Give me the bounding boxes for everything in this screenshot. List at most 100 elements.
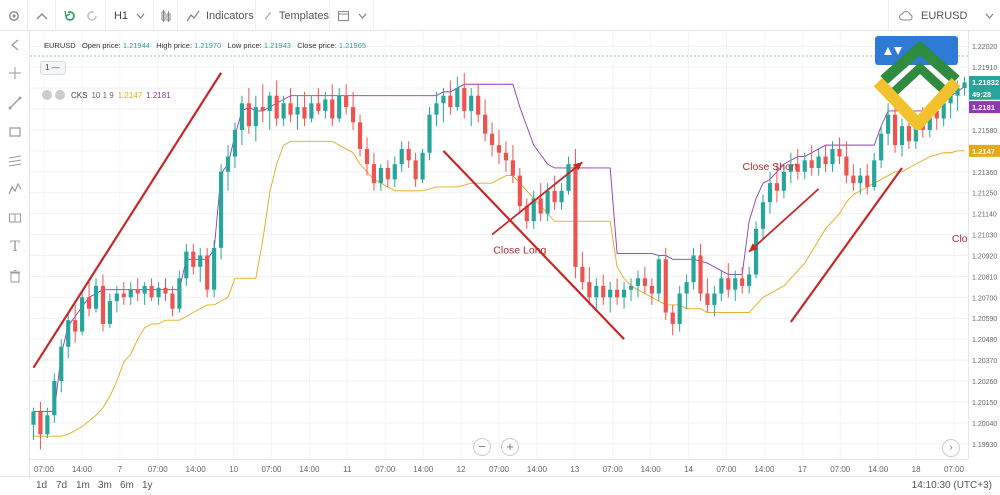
candle-body <box>684 282 689 294</box>
candle <box>844 141 849 184</box>
crosshair-icon[interactable] <box>5 63 25 83</box>
indicator-value-lower: 1.2147 <box>117 90 143 100</box>
candle-body <box>212 247 217 290</box>
candle-body <box>517 175 522 207</box>
candle-body <box>698 255 703 294</box>
indicator-settings-icon[interactable] <box>55 90 65 100</box>
rectangle-icon[interactable] <box>5 122 25 142</box>
candlestick-type-icon[interactable] <box>154 0 178 31</box>
candle <box>218 164 224 260</box>
templates-button[interactable]: Templates <box>256 0 330 31</box>
candle <box>837 137 842 165</box>
candle <box>538 183 543 222</box>
candle <box>260 84 265 123</box>
annotation-label: Close Short <box>743 161 798 173</box>
candle <box>476 84 481 123</box>
candle-body <box>483 114 488 134</box>
settings-gear-icon[interactable] <box>0 0 28 31</box>
price-axis[interactable]: 1.220201.219101.218001.216901.215801.214… <box>968 31 1000 459</box>
candle-body <box>962 82 967 89</box>
pane-tag[interactable]: 1 — <box>40 61 66 75</box>
candle <box>73 304 78 343</box>
candle-body <box>107 301 112 324</box>
period-6m[interactable]: 6m <box>120 480 134 491</box>
candle <box>733 270 738 302</box>
price-marker: 1.21832 <box>969 75 1000 88</box>
period-bar: 1d 7d 1m 3m 6m 1y 14:10:30 (UTC+3) <box>0 476 1000 495</box>
layout-select[interactable] <box>330 0 374 31</box>
price-marker-label: 1.21832 <box>972 78 999 87</box>
candle <box>288 88 293 123</box>
price-marker-label: 1.2147 <box>972 147 995 156</box>
period-1d[interactable]: 1d <box>36 480 47 491</box>
text-tool-icon[interactable]: T <box>5 237 25 257</box>
top-toolbar: H1 Indicators Templates EURUSD <box>0 0 1000 31</box>
indicators-button[interactable]: Indicators <box>178 0 256 31</box>
candle-body <box>38 411 43 435</box>
period-1y[interactable]: 1y <box>142 480 153 491</box>
price-axis-canvas: 1.220201.219101.218001.216901.215801.214… <box>969 44 1000 449</box>
candle-body <box>121 293 126 298</box>
price-tick-label: 1.21580 <box>972 128 997 135</box>
timeframe-select[interactable]: H1 <box>106 0 154 31</box>
candle-body <box>781 171 786 191</box>
trend-line[interactable] <box>789 167 903 323</box>
candle-body <box>816 156 821 168</box>
candle <box>698 244 703 302</box>
symbol-select[interactable]: EURUSD <box>888 0 1000 31</box>
price-tick-label: 1.20810 <box>972 274 997 281</box>
redo-icon[interactable] <box>85 9 99 23</box>
candle-body <box>371 164 377 184</box>
time-tick-label: 07:00 <box>148 465 169 474</box>
time-axis[interactable]: 07:00 14:00 7 07:00 14:00 10 07:00 14:00 11 07:00… <box>30 459 968 476</box>
candle <box>434 91 439 127</box>
candle <box>594 278 599 309</box>
candle-body <box>281 103 286 119</box>
undo-icon[interactable] <box>63 9 77 23</box>
pattern-icon[interactable] <box>5 179 25 199</box>
candle-body <box>260 107 265 111</box>
trend-line-icon[interactable] <box>5 93 25 113</box>
indicators-label: Indicators <box>206 9 254 22</box>
indicator-value-upper: 1.2181 <box>146 90 171 100</box>
time-tick-label: 14:00 <box>72 465 93 474</box>
candle-body <box>462 88 467 111</box>
candle-body <box>747 274 752 286</box>
scroll-to-latest-button[interactable]: › <box>942 439 960 457</box>
candle-body <box>205 255 210 290</box>
open-value: 1.21944 <box>122 41 150 50</box>
candle-body <box>705 293 710 305</box>
candle <box>406 141 411 168</box>
candle-body <box>670 312 675 324</box>
candle <box>357 114 363 157</box>
zoom-out-button[interactable]: − <box>473 438 491 456</box>
period-3m[interactable]: 3m <box>98 480 112 491</box>
fibonacci-icon[interactable] <box>5 151 25 171</box>
period-7d[interactable]: 7d <box>56 480 67 491</box>
candle-body <box>538 198 543 214</box>
time-tick-label: 14 <box>684 465 693 474</box>
period-1m[interactable]: 1m <box>76 480 90 491</box>
candle-body <box>865 175 870 187</box>
trash-icon[interactable] <box>5 266 25 286</box>
candle <box>809 145 814 176</box>
price-tick-label: 1.20700 <box>972 295 997 302</box>
time-tick-label: 11 <box>343 465 352 474</box>
candle <box>177 270 182 313</box>
candle <box>316 88 321 115</box>
zoom-in-button[interactable]: + <box>501 438 519 456</box>
price-tick-label: 1.21910 <box>972 65 997 72</box>
candle-body <box>45 415 50 435</box>
candle-body <box>830 148 835 165</box>
remove-indicator-icon[interactable] <box>42 90 52 100</box>
candle <box>142 282 147 305</box>
candle-body <box>455 88 460 108</box>
candle-body <box>128 289 133 298</box>
candle <box>872 152 877 191</box>
candle-body <box>399 148 404 165</box>
collapse-chevron-left-icon[interactable] <box>5 35 25 55</box>
trend-line[interactable] <box>32 72 223 369</box>
candle <box>517 167 522 214</box>
collapse-chevron-up-icon[interactable] <box>28 0 56 31</box>
measure-icon[interactable] <box>5 208 25 228</box>
